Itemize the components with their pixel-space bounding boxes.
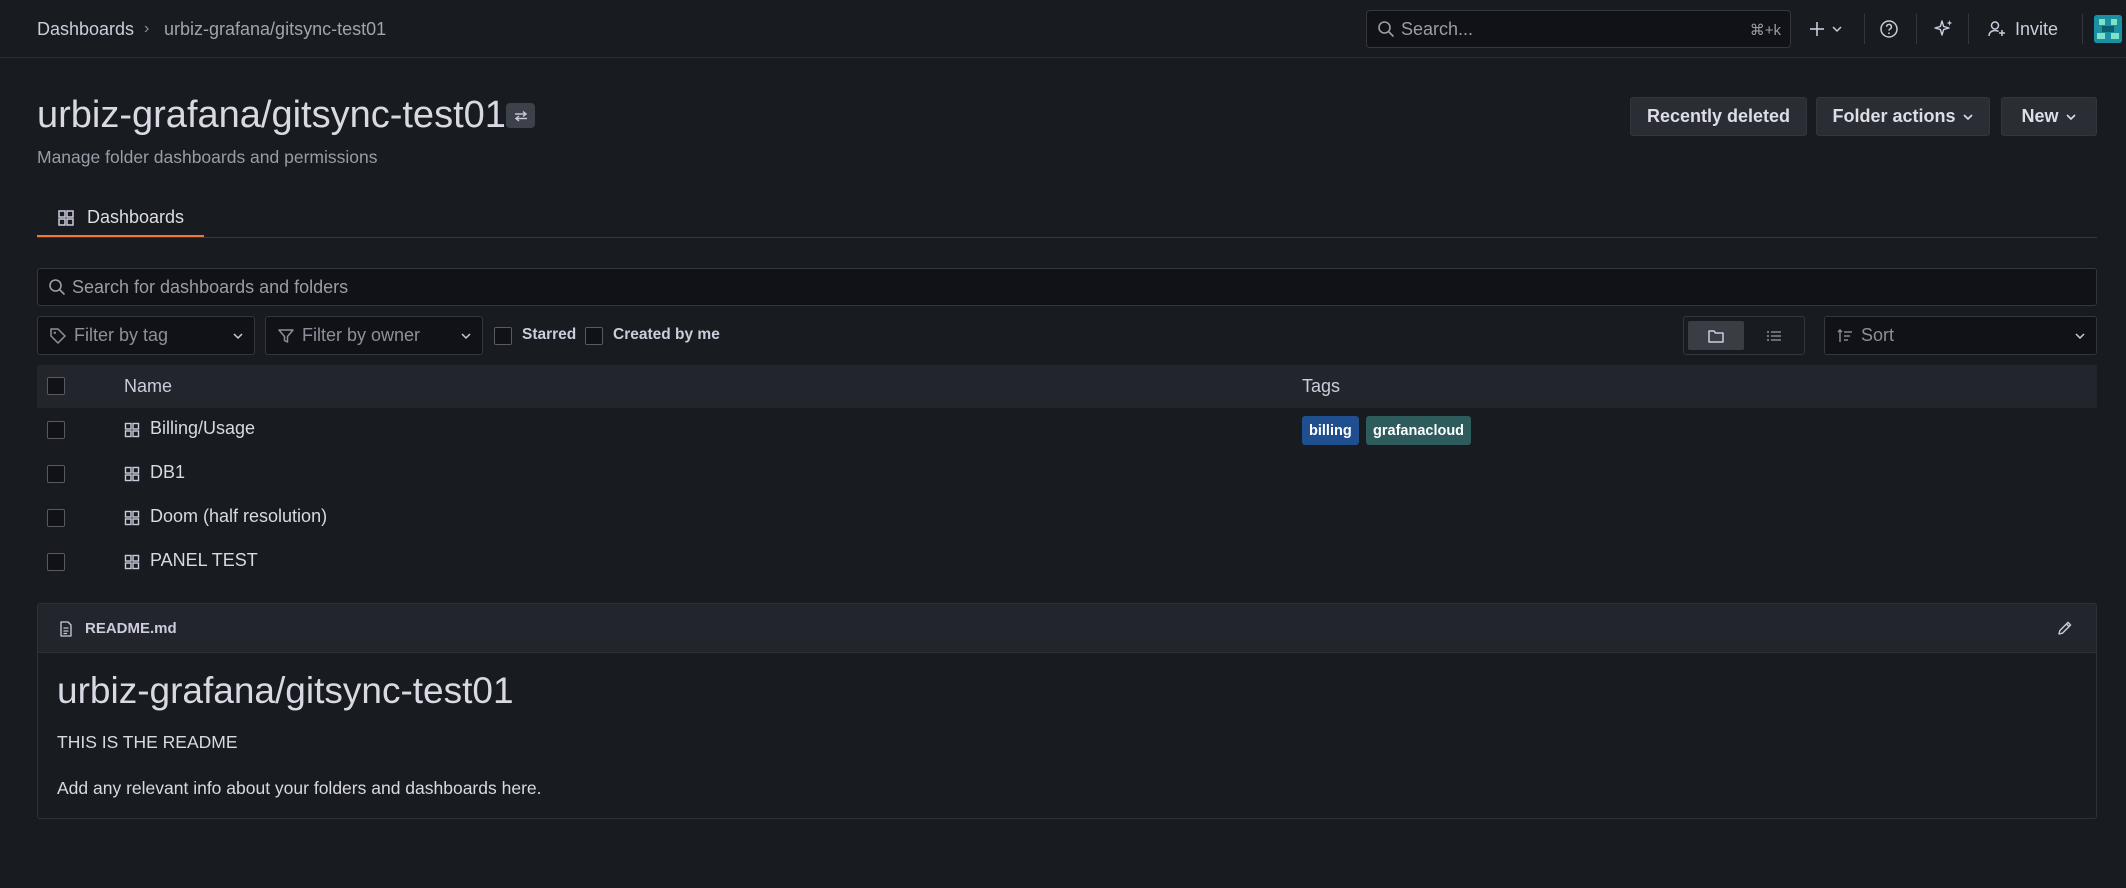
filter-by-owner-select[interactable]: Filter by owner bbox=[265, 316, 483, 355]
assistant-button[interactable] bbox=[1933, 12, 1955, 46]
sort-select[interactable]: Sort bbox=[1824, 316, 2097, 355]
list-view-button[interactable] bbox=[1746, 321, 1802, 350]
dashboard-grid-icon bbox=[124, 466, 140, 482]
search-shortcut: ⌘+k bbox=[1749, 22, 1781, 39]
help-button[interactable] bbox=[1879, 12, 1899, 46]
dashboard-grid-icon bbox=[57, 209, 75, 227]
avatar[interactable] bbox=[2094, 15, 2122, 43]
topbar-divider bbox=[1864, 14, 1865, 44]
filter-by-owner-placeholder: Filter by owner bbox=[302, 325, 421, 345]
chevron-down-icon bbox=[2074, 330, 2086, 342]
folder-actions-button[interactable]: Folder actions bbox=[1816, 97, 1990, 136]
filter-by-tag-select[interactable]: Filter by tag bbox=[37, 316, 255, 355]
row-checkbox[interactable] bbox=[47, 509, 65, 527]
starred-checkbox[interactable] bbox=[494, 327, 512, 345]
dashboard-grid-icon bbox=[124, 422, 140, 438]
plus-icon bbox=[1808, 20, 1826, 38]
table-row[interactable]: DB1 bbox=[37, 452, 2097, 496]
breadcrumb-current: urbiz-grafana/gitsync-test01 bbox=[164, 19, 387, 39]
table-row[interactable]: Doom (half resolution) bbox=[37, 496, 2097, 540]
column-header-tags: Tags bbox=[1302, 376, 1341, 396]
new-label: New bbox=[2021, 106, 2059, 126]
dashboard-grid-icon bbox=[124, 510, 140, 526]
dashboard-search-input[interactable]: Search for dashboards and folders bbox=[37, 268, 2097, 306]
recently-deleted-button[interactable]: Recently deleted bbox=[1630, 97, 1807, 136]
user-plus-icon bbox=[1987, 19, 2007, 39]
sparkle-icon bbox=[1933, 18, 1955, 40]
select-all-checkbox[interactable] bbox=[47, 377, 65, 395]
page-subtitle: Manage folder dashboards and permissions bbox=[37, 147, 378, 167]
sort-icon bbox=[1836, 327, 1854, 345]
starred-label: Starred bbox=[522, 326, 577, 343]
folder-icon bbox=[1707, 328, 1725, 344]
tab-dashboards[interactable]: Dashboards bbox=[37, 200, 204, 238]
topbar-divider bbox=[1916, 14, 1917, 44]
search-icon bbox=[1377, 20, 1395, 38]
table-row[interactable]: PANEL TEST bbox=[37, 540, 2097, 584]
global-search-placeholder: Search... bbox=[1401, 19, 1474, 39]
view-mode-toggle bbox=[1683, 316, 1805, 355]
chevron-down-icon bbox=[1962, 111, 1974, 123]
chevron-down-icon bbox=[2065, 111, 2077, 123]
readme-heading: urbiz-grafana/gitsync-test01 bbox=[57, 670, 514, 711]
chevron-down-icon bbox=[232, 330, 244, 342]
table-row[interactable]: Billing/Usage bbox=[37, 408, 2097, 452]
filter-by-tag-placeholder: Filter by tag bbox=[74, 325, 169, 345]
provisioned-badge bbox=[506, 103, 535, 128]
created-by-me-checkbox[interactable] bbox=[585, 327, 603, 345]
topbar-divider bbox=[2082, 14, 2083, 44]
folder-actions-label: Folder actions bbox=[1832, 106, 1956, 126]
dashboard-name-link[interactable]: Billing/Usage bbox=[150, 418, 255, 439]
filter-icon bbox=[277, 327, 295, 345]
readme-header: README.md bbox=[38, 604, 2096, 653]
invite-button[interactable]: Invite bbox=[1987, 12, 2058, 46]
file-icon bbox=[59, 621, 73, 637]
tag-badge[interactable]: grafanacloud bbox=[1366, 416, 1472, 445]
top-bar: Dashboards › urbiz-grafana/gitsync-test0… bbox=[0, 0, 2126, 58]
table-header: Name Tags bbox=[37, 365, 2097, 408]
created-by-me-label: Created by me bbox=[613, 326, 720, 343]
row-checkbox[interactable] bbox=[47, 421, 65, 439]
chevron-down-icon bbox=[460, 330, 472, 342]
readme-filename: README.md bbox=[85, 620, 177, 637]
add-new-button[interactable] bbox=[1808, 12, 1843, 46]
page-title: urbiz-grafana/gitsync-test01 bbox=[37, 94, 506, 136]
tag-badge[interactable]: billing bbox=[1302, 416, 1359, 445]
search-placeholder: Search for dashboards and folders bbox=[72, 277, 349, 297]
chevron-down-icon bbox=[1831, 23, 1843, 35]
folder-view-button[interactable] bbox=[1688, 321, 1744, 350]
row-checkbox[interactable] bbox=[47, 553, 65, 571]
new-button[interactable]: New bbox=[2001, 97, 2097, 136]
breadcrumb-separator: › bbox=[144, 20, 150, 37]
readme-paragraph: Add any relevant info about your folders… bbox=[57, 778, 542, 798]
breadcrumb-dashboards[interactable]: Dashboards bbox=[37, 17, 134, 41]
pencil-icon[interactable] bbox=[2056, 619, 2074, 637]
dashboard-grid-icon bbox=[124, 554, 140, 570]
column-header-name[interactable]: Name bbox=[124, 376, 172, 397]
search-icon bbox=[48, 278, 66, 296]
tag-icon bbox=[49, 327, 67, 345]
sort-placeholder: Sort bbox=[1861, 325, 1895, 345]
row-checkbox[interactable] bbox=[47, 465, 65, 483]
readme-panel: README.md urbiz-grafana/gitsync-test01 T… bbox=[37, 603, 2097, 819]
help-icon bbox=[1879, 19, 1899, 39]
dashboard-name-link[interactable]: PANEL TEST bbox=[150, 550, 258, 571]
readme-paragraph: THIS IS THE README bbox=[57, 732, 238, 752]
tab-label: Dashboards bbox=[87, 207, 185, 227]
tabs-divider bbox=[37, 237, 2097, 238]
dashboard-name-link[interactable]: DB1 bbox=[150, 462, 185, 483]
recently-deleted-label: Recently deleted bbox=[1646, 106, 1791, 126]
invite-label: Invite bbox=[2015, 18, 2059, 39]
dashboard-name-link[interactable]: Doom (half resolution) bbox=[150, 506, 327, 527]
list-icon bbox=[1765, 328, 1783, 344]
sync-arrows-icon bbox=[513, 110, 529, 122]
topbar-divider bbox=[1968, 14, 1969, 44]
global-search-input[interactable]: Search... ⌘+k bbox=[1366, 10, 1791, 48]
